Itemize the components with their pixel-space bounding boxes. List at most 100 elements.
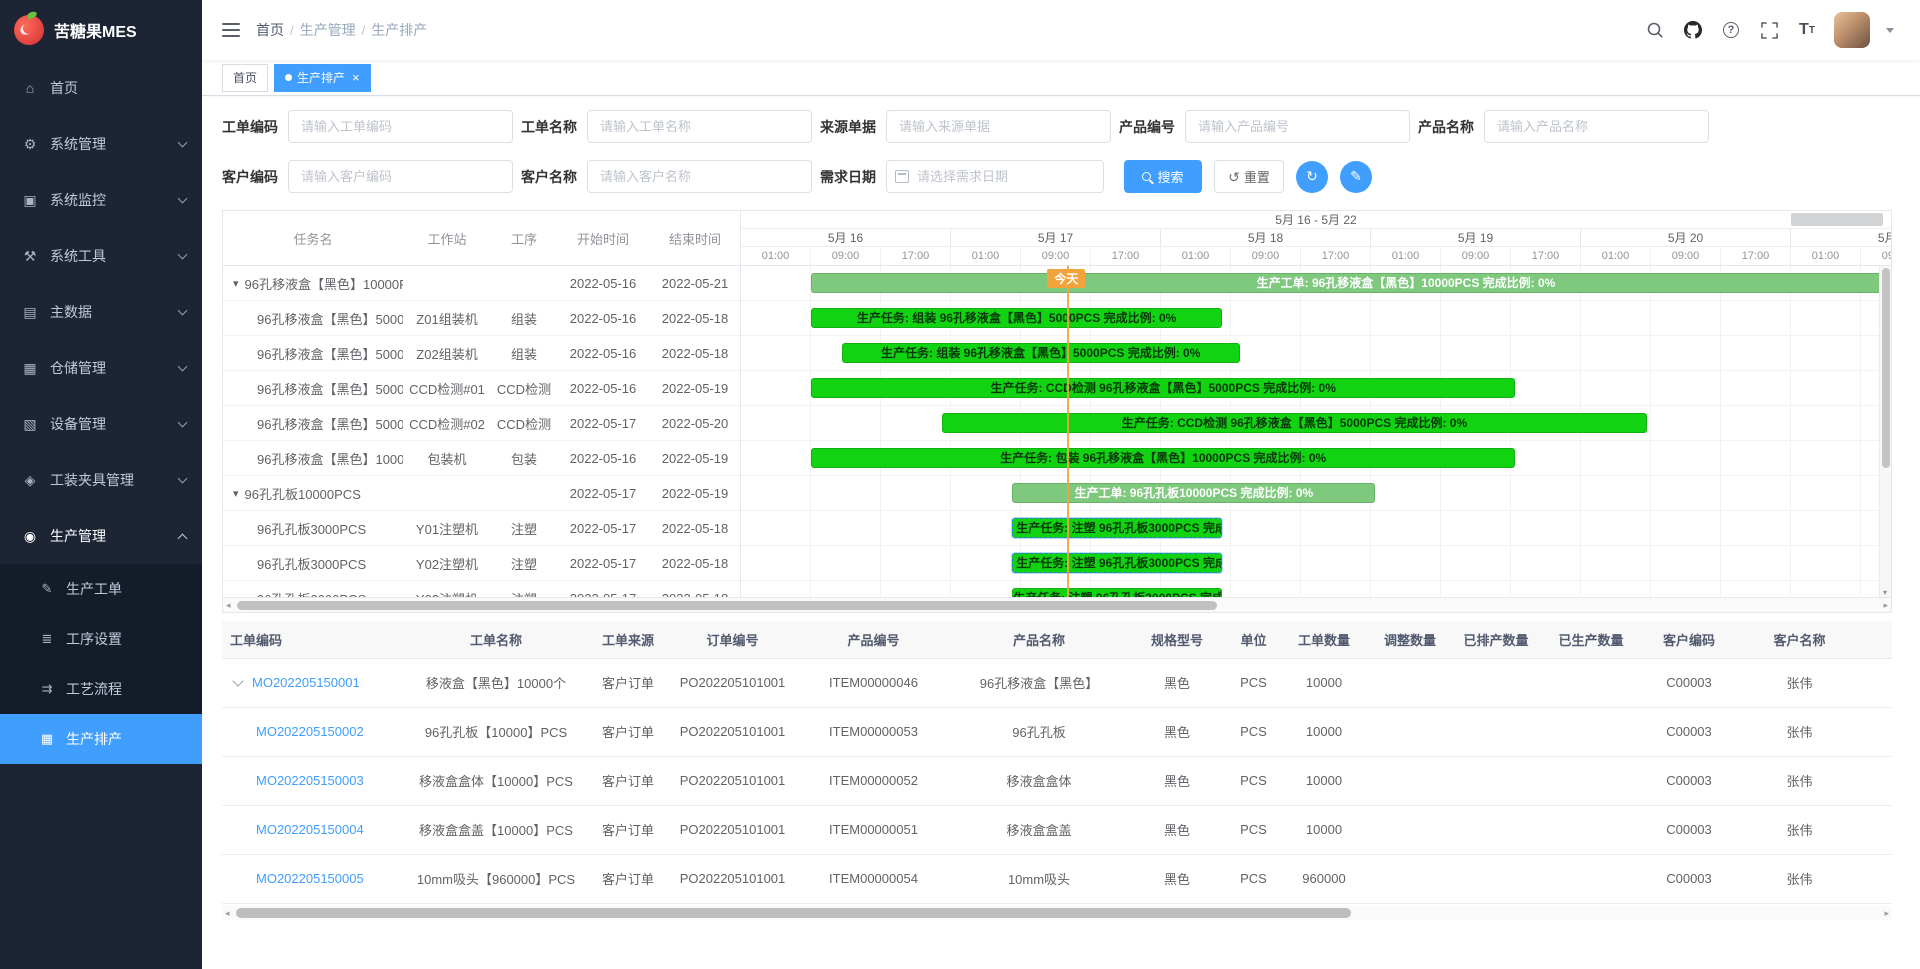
orders-cell-produced_qty	[1539, 756, 1643, 805]
gantt-row[interactable]: 96孔移液盒【黑色】5000PCSCCD检测#02CCD检测2022-05-17…	[223, 406, 740, 441]
gantt-row[interactable]: ▾96孔移液盒【黑色】10000PCS2022-05-162022-05-21	[223, 266, 740, 301]
filter-label: 来源单据	[820, 117, 876, 137]
sidebar-item-label: 系统监控	[50, 190, 179, 210]
orders-table: 工单编码工单名称工单来源订单编号产品编号产品名称规格型号单位工单数量调整数量已排…	[222, 621, 1892, 904]
workorder-link[interactable]: MO202205150004	[256, 822, 364, 837]
orders-row: MO20220515000510mm吸头【960000】PCS客户订单PO202…	[222, 854, 1892, 903]
gantt-process: CCD检测	[491, 379, 557, 398]
sidebar-item-system-management[interactable]: ⚙系统管理	[0, 116, 202, 172]
scroll-down-arrow-icon[interactable]: ▾	[1883, 588, 1887, 597]
sidebar-item-process-settings[interactable]: ≣工序设置	[0, 614, 202, 664]
device-icon: ▧	[20, 416, 40, 433]
gantt-row[interactable]: 96孔孔板3000PCSY03注塑机注塑2022-05-172022-05-18	[223, 581, 740, 597]
filter-group-product-code: 产品编号	[1119, 110, 1410, 143]
expand-chevron-icon[interactable]	[232, 675, 243, 686]
collapse-caret-icon[interactable]: ▾	[233, 487, 239, 500]
scroll-left-arrow-icon[interactable]: ◂	[225, 908, 230, 919]
github-icon[interactable]	[1682, 19, 1704, 41]
orders-cell-source: 客户订单	[588, 805, 668, 854]
close-icon[interactable]: ×	[352, 71, 360, 84]
caret-down-icon[interactable]	[1886, 28, 1894, 33]
search-button[interactable]: 搜索	[1124, 160, 1202, 193]
gantt-chart-row: 生产任务: 包装 96孔移液盒【黑色】10000PCS 完成比例: 0%	[741, 441, 1891, 476]
gantt-row[interactable]: ▾96孔孔板10000PCS2022-05-172022-05-19	[223, 476, 740, 511]
tab-production-scheduling[interactable]: 生产排产×	[274, 64, 371, 92]
refresh-button[interactable]: ↻	[1296, 161, 1328, 193]
gantt-bar[interactable]: 生产任务: 组装 96孔移液盒【黑色】5000PCS 完成比例: 0%	[842, 343, 1240, 363]
gantt-bar[interactable]: 生产任务: CCD检测 96孔移液盒【黑色】5000PCS 完成比例: 0%	[942, 413, 1646, 433]
breadcrumb-item[interactable]: 首页	[256, 20, 284, 40]
timeline-hour: 09:00	[1231, 247, 1301, 265]
product-name-input[interactable]	[1484, 110, 1709, 143]
gantt-horizontal-scrollbar[interactable]: ◂ ▸	[223, 597, 1891, 612]
font-size-icon[interactable]: TT	[1796, 19, 1818, 41]
collapse-caret-icon[interactable]: ▾	[233, 277, 239, 290]
gantt-bar[interactable]: 生产任务: 注塑 96孔孔板3000PCS 完成	[1012, 518, 1222, 538]
gantt-row[interactable]: 96孔移液盒【黑色】5000PCSCCD检测#01CCD检测2022-05-16…	[223, 371, 740, 406]
gantt-row[interactable]: 96孔移液盒【黑色】10000PCS包装机包装2022-05-162022-05…	[223, 441, 740, 476]
orders-cell-scheduled_qty	[1453, 756, 1539, 805]
orders-cell-adjust_qty	[1367, 658, 1453, 707]
scroll-right-arrow-icon[interactable]: ▸	[1883, 600, 1888, 611]
sidebar-item-system-tools[interactable]: ⚒系统工具	[0, 228, 202, 284]
timeline-scrollbar-thumb[interactable]	[1791, 213, 1883, 226]
sidebar-item-process-flow[interactable]: ⇉ 工艺流程	[0, 664, 202, 714]
app-logo[interactable]: 苦糖果MES	[0, 0, 202, 60]
gantt-row[interactable]: 96孔移液盒【黑色】5000PCSZ02组装机组装2022-05-162022-…	[223, 336, 740, 371]
tab-home[interactable]: 首页	[222, 64, 268, 92]
scroll-left-arrow-icon[interactable]: ◂	[226, 600, 231, 611]
sidebar-item-warehouse-management[interactable]: ▦仓储管理	[0, 340, 202, 396]
timeline-day: 5月 19	[1371, 229, 1581, 247]
edit-button[interactable]: ✎	[1340, 161, 1372, 193]
breadcrumb-item[interactable]: 生产管理	[300, 20, 356, 40]
sidebar-item-home[interactable]: ⌂首页	[0, 60, 202, 116]
gantt-bar[interactable]: 生产工单: 96孔移液盒【黑色】10000PCS 完成比例: 0%	[811, 273, 1891, 293]
sidebar-item-production-scheduling[interactable]: ▦生产排产	[0, 714, 202, 764]
scrollbar-thumb[interactable]	[1882, 268, 1890, 468]
sidebar-item-label: 工艺流程	[66, 679, 122, 699]
gantt-bar[interactable]: 生产任务: CCD检测 96孔移液盒【黑色】5000PCS 完成比例: 0%	[811, 378, 1515, 398]
gantt-bar[interactable]: 生产任务: 组装 96孔移液盒【黑色】5000PCS 完成比例: 0%	[811, 308, 1222, 328]
timeline-hour: 17:00	[1301, 247, 1371, 265]
demand-date-input[interactable]	[886, 160, 1104, 193]
search-icon[interactable]	[1644, 19, 1666, 41]
gantt-workstation: 包装机	[403, 449, 491, 468]
workorder-name-input[interactable]	[587, 110, 812, 143]
customer-name-input[interactable]	[587, 160, 812, 193]
sidebar-item-fixture-management[interactable]: ◈工装夹具管理	[0, 452, 202, 508]
sidebar-item-production-workorder[interactable]: ✎生产工单	[0, 564, 202, 614]
workorder-link[interactable]: MO202205150002	[256, 724, 364, 739]
gantt-row[interactable]: 96孔移液盒【黑色】5000PCSZ01组装机组装2022-05-162022-…	[223, 301, 740, 336]
gantt-bar[interactable]: 生产任务: 注塑 96孔孔板3000PCS 完成	[1012, 553, 1222, 573]
sidebar-item-equipment-management[interactable]: ▧设备管理	[0, 396, 202, 452]
sidebar-item-master-data[interactable]: ▤主数据	[0, 284, 202, 340]
product-code-input[interactable]	[1185, 110, 1410, 143]
sidebar-item-system-monitoring[interactable]: ▣系统监控	[0, 172, 202, 228]
workorder-link[interactable]: MO202205150003	[256, 773, 364, 788]
gantt-start-date: 2022-05-17	[557, 521, 649, 536]
workorder-link[interactable]: MO202205150001	[252, 675, 360, 690]
customer-code-input[interactable]	[288, 160, 513, 193]
sidebar-item-production-management[interactable]: ◉生产管理	[0, 508, 202, 564]
gantt-bar[interactable]: 生产任务: 注塑 96孔孔板3000PCS 完成	[1012, 588, 1222, 597]
source-doc-input[interactable]	[886, 110, 1111, 143]
orders-cell-demand_date: 202	[1864, 707, 1892, 756]
orders-horizontal-scrollbar[interactable]: ◂ ▸	[222, 906, 1892, 920]
avatar[interactable]	[1834, 12, 1870, 48]
gantt-row[interactable]: 96孔孔板3000PCSY01注塑机注塑2022-05-172022-05-18	[223, 511, 740, 546]
hamburger-menu-icon[interactable]	[222, 23, 240, 37]
gantt-vertical-scrollbar[interactable]: ▾	[1879, 266, 1891, 597]
orders-cell-code: MO202205150002	[222, 707, 404, 756]
reset-button[interactable]: ↺ 重置	[1214, 160, 1284, 193]
gantt-row[interactable]: 96孔孔板3000PCSY02注塑机注塑2022-05-172022-05-18	[223, 546, 740, 581]
flow-icon: ⇉	[38, 681, 56, 697]
workorder-link[interactable]: MO202205150005	[256, 871, 364, 886]
gantt-bar[interactable]: 生产任务: 包装 96孔移液盒【黑色】10000PCS 完成比例: 0%	[811, 448, 1515, 468]
scrollbar-thumb[interactable]	[236, 908, 1351, 918]
orders-cell-adjust_qty	[1367, 854, 1453, 903]
workorder-code-input[interactable]	[288, 110, 513, 143]
scroll-right-arrow-icon[interactable]: ▸	[1884, 908, 1889, 919]
fullscreen-icon[interactable]	[1758, 19, 1780, 41]
scrollbar-thumb[interactable]	[237, 601, 1217, 610]
question-icon[interactable]: ?	[1720, 19, 1742, 41]
